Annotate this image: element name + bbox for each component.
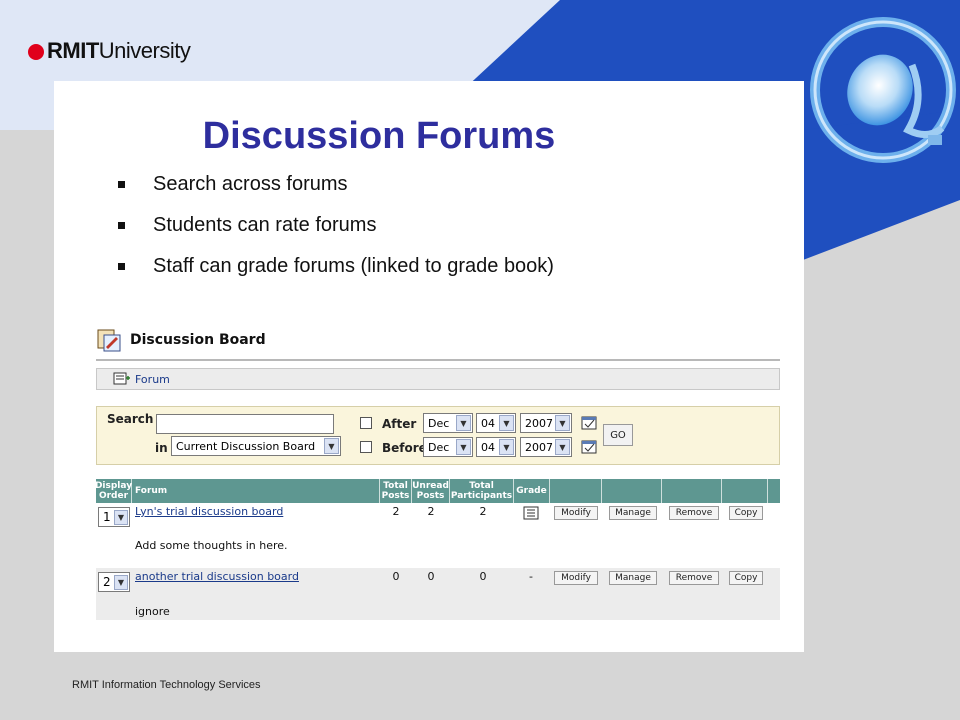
display-order-select[interactable]: 1 ▼ xyxy=(98,507,130,527)
bullet-square-icon xyxy=(118,181,125,188)
total-posts-value: 0 xyxy=(392,570,400,583)
forum-link[interactable]: Lyn's trial discussion board xyxy=(135,505,283,518)
col-empty xyxy=(550,479,602,503)
participants-value: 0 xyxy=(479,570,487,583)
after-calendar-icon[interactable] xyxy=(581,415,597,430)
forum-description: Add some thoughts in here. xyxy=(135,539,288,552)
slide-footer: RMIT Information Technology Services xyxy=(72,679,261,691)
after-month-value: Dec xyxy=(428,416,450,430)
after-checkbox[interactable] xyxy=(360,417,372,429)
col-display-order[interactable]: Display Order xyxy=(96,479,132,503)
bullet-text: Students can rate forums xyxy=(153,214,377,236)
bullet-text: Search across forums xyxy=(153,173,348,195)
total-posts-value: 2 xyxy=(392,505,400,518)
after-year-select[interactable]: 2007 ▼ xyxy=(520,413,572,433)
after-label: After xyxy=(382,417,417,431)
display-order-select[interactable]: 2 ▼ xyxy=(98,572,130,592)
grade-icon[interactable] xyxy=(523,506,539,520)
manage-button[interactable]: Manage xyxy=(609,506,657,520)
col-forum[interactable]: Forum xyxy=(132,479,380,503)
search-panel: Search in Current Discussion Board ▼ Afte… xyxy=(96,406,780,465)
search-scope-select[interactable]: Current Discussion Board ▼ xyxy=(171,436,341,456)
bullet-item: Search across forums xyxy=(118,173,554,214)
chevron-down-icon: ▼ xyxy=(114,509,128,525)
chevron-down-icon: ▼ xyxy=(324,438,339,454)
chevron-down-icon: ▼ xyxy=(555,439,570,455)
bullet-square-icon xyxy=(118,263,125,270)
display-order-value: 2 xyxy=(103,575,111,589)
bullet-item: Staff can grade forums (linked to grade … xyxy=(118,255,554,296)
page-title: Discussion Board xyxy=(130,332,266,348)
before-year-value: 2007 xyxy=(525,440,553,454)
table-row: 1 ▼ Lyn's trial discussion board Add some… xyxy=(96,503,780,565)
forum-table-header: Display Order Forum Total Posts Unread P… xyxy=(96,479,780,503)
after-year-value: 2007 xyxy=(525,416,553,430)
logo-dot-icon xyxy=(28,44,44,60)
content-panel: Discussion Forums Search across forums S… xyxy=(54,81,804,652)
go-button[interactable]: GO xyxy=(603,424,633,446)
copy-button[interactable]: Copy xyxy=(729,506,763,520)
col-grade[interactable]: Grade xyxy=(514,479,550,503)
remove-button[interactable]: Remove xyxy=(669,506,719,520)
bullet-square-icon xyxy=(118,222,125,229)
action-bar: Forum xyxy=(96,368,780,390)
slide-title: Discussion Forums xyxy=(202,115,556,157)
copy-button[interactable]: Copy xyxy=(729,571,763,585)
after-day-value: 04 xyxy=(481,416,495,430)
remove-button[interactable]: Remove xyxy=(669,571,719,585)
before-day-select[interactable]: 04 ▼ xyxy=(476,437,516,457)
search-input[interactable] xyxy=(156,414,334,434)
after-day-select[interactable]: 04 ▼ xyxy=(476,413,516,433)
chevron-down-icon: ▼ xyxy=(456,415,471,431)
before-checkbox[interactable] xyxy=(360,441,372,453)
display-order-value: 1 xyxy=(103,510,111,524)
participants-value: 2 xyxy=(479,505,487,518)
before-month-select[interactable]: Dec ▼ xyxy=(423,437,473,457)
col-empty xyxy=(722,479,768,503)
bullet-text: Staff can grade forums (linked to grade … xyxy=(153,255,554,277)
before-day-value: 04 xyxy=(481,440,495,454)
header-divider xyxy=(96,359,780,361)
logo-suffix: University xyxy=(98,38,191,63)
at-sign-mouse-icon xyxy=(810,17,956,163)
before-label: Before xyxy=(382,441,427,455)
col-empty xyxy=(662,479,722,503)
bullet-list: Search across forums Students can rate f… xyxy=(118,173,554,296)
grade-value: - xyxy=(529,570,533,583)
in-label: in xyxy=(155,441,168,455)
rmit-logo: RMITUniversity xyxy=(28,38,191,64)
before-month-value: Dec xyxy=(428,440,450,454)
chevron-down-icon: ▼ xyxy=(499,415,514,431)
search-label: Search xyxy=(107,412,154,426)
forum-link[interactable]: another trial discussion board xyxy=(135,570,299,583)
chevron-down-icon: ▼ xyxy=(555,415,570,431)
modify-button[interactable]: Modify xyxy=(554,506,598,520)
bullet-item: Students can rate forums xyxy=(118,214,554,255)
col-empty xyxy=(602,479,662,503)
logo-name: RMIT xyxy=(47,38,99,63)
page-header: Discussion Board xyxy=(96,324,266,356)
after-month-select[interactable]: Dec ▼ xyxy=(423,413,473,433)
manage-button[interactable]: Manage xyxy=(609,571,657,585)
before-year-select[interactable]: 2007 ▼ xyxy=(520,437,572,457)
add-forum-icon xyxy=(113,372,130,385)
chevron-down-icon: ▼ xyxy=(499,439,514,455)
modify-button[interactable]: Modify xyxy=(554,571,598,585)
chevron-down-icon: ▼ xyxy=(456,439,471,455)
forum-description: ignore xyxy=(135,605,170,618)
col-total-participants[interactable]: Total Participants xyxy=(450,479,514,503)
discussion-board-screenshot: Discussion Board Forum Search in Current… xyxy=(96,324,780,620)
col-total-posts[interactable]: Total Posts xyxy=(380,479,412,503)
table-row: 2 ▼ another trial discussion board ignore… xyxy=(96,568,780,620)
col-unread-posts[interactable]: Unread Posts xyxy=(412,479,450,503)
unread-posts-value: 0 xyxy=(427,570,435,583)
add-forum-button[interactable]: Forum xyxy=(135,373,170,386)
chevron-down-icon: ▼ xyxy=(114,574,128,590)
unread-posts-value: 2 xyxy=(427,505,435,518)
search-scope-value: Current Discussion Board xyxy=(176,439,316,453)
before-calendar-icon[interactable] xyxy=(581,439,597,454)
discussion-board-icon xyxy=(97,329,121,352)
